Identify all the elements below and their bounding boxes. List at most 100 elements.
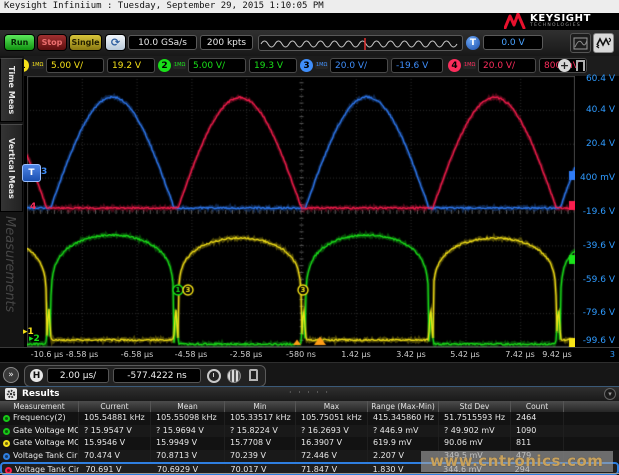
pin-icon[interactable] xyxy=(249,369,258,381)
channel-1-impedance: 1MΩ xyxy=(31,62,44,69)
acquisition-memory-bar[interactable] xyxy=(258,35,463,51)
horizontal-badge[interactable]: H xyxy=(30,369,43,382)
channel-3-impedance: 1MΩ xyxy=(315,62,328,69)
time-label: -580 ns xyxy=(286,350,316,359)
memory-waveform-icon xyxy=(259,37,462,51)
acquisition-toolbar: Run Stop Single ⟳ 10.0 GSa/s 200 kpts T … xyxy=(0,30,619,57)
voltage-label: 60.4 V xyxy=(575,74,615,84)
channel-1-offset-field[interactable]: 19.2 V xyxy=(107,58,155,73)
sample-rate-field[interactable]: 10.0 GSa/s xyxy=(128,35,197,50)
probe-icon[interactable] xyxy=(576,60,585,71)
channel-3-ground-marker[interactable]: 3 xyxy=(41,168,47,177)
channel-1-controls: 1 1MΩ 5.00 V/ 19.2 V xyxy=(14,56,148,76)
channel-4-impedance: 1MΩ xyxy=(463,62,476,69)
timebase-field[interactable]: 2.00 µs/ xyxy=(47,368,109,383)
horizontal-position-field[interactable]: -577.4222 ns xyxy=(113,368,201,383)
zoom-mode-icon[interactable] xyxy=(227,369,241,383)
time-label: 7.42 µs xyxy=(505,350,535,359)
row-color-dot xyxy=(3,440,10,447)
row-color-dot xyxy=(3,415,10,422)
time-label: -4.58 µs xyxy=(175,350,208,359)
voltage-label: -99.6 V xyxy=(575,336,615,346)
trigger-badge[interactable]: T xyxy=(466,36,480,50)
time-label: -8.58 µs xyxy=(66,350,99,359)
left-sidebar: Time Meas Vertical Meas Measurements xyxy=(0,56,24,362)
table-row[interactable]: Frequency(2) 105.54881 kHz105.55098 kHz … xyxy=(0,412,619,425)
channel-3-offset-field[interactable]: -19.6 V xyxy=(391,58,443,73)
channel-2-impedance: 1MΩ xyxy=(173,62,186,69)
col-current[interactable]: Current xyxy=(79,401,151,412)
logo-bar: KEYSIGHT TECHNOLOGIES xyxy=(0,13,619,30)
table-row[interactable]: Gate Voltage MC 15.9546 V15.9949 V 15.77… xyxy=(0,437,619,450)
col-min[interactable]: Min xyxy=(225,401,296,412)
run-button[interactable]: Run xyxy=(4,34,35,51)
trigger-level-marker[interactable]: T xyxy=(22,164,41,182)
channel-2-controls: 2 1MΩ 5.00 V/ 19.3 V xyxy=(156,56,290,76)
window-title: Keysight Infiniium : Tuesday, September … xyxy=(0,0,619,13)
col-measurement[interactable]: Measurement xyxy=(0,401,79,412)
add-channel-button[interactable]: + xyxy=(558,59,571,72)
time-label: -2.58 µs xyxy=(230,350,263,359)
collapse-icon[interactable]: ▾ xyxy=(604,388,616,400)
results-header: Measurement Current Mean Min Max Range (… xyxy=(0,401,619,412)
time-label: 5.42 µs xyxy=(450,350,480,359)
panel-bottom-divider xyxy=(0,473,619,474)
waveform-canvas[interactable] xyxy=(27,76,575,347)
site-watermark: www.cntronics.com xyxy=(430,452,603,470)
channel-2-offset-field[interactable]: 19.3 V xyxy=(249,58,297,73)
channel-2-scale-field[interactable]: 5.00 V/ xyxy=(188,58,246,73)
row-color-dot xyxy=(3,453,10,460)
channel-4-ground-marker[interactable]: 4 xyxy=(30,203,36,212)
col-blank xyxy=(564,401,619,412)
channel-3-controls: 3 1MΩ 20.0 V/ -19.6 V xyxy=(298,56,436,76)
waveform-display[interactable]: T 3 4 ▸1 ▸2 xyxy=(27,76,575,347)
col-stddev[interactable]: Std Dev xyxy=(439,401,511,412)
touch-icon[interactable]: ⟳ xyxy=(105,34,126,51)
table-row[interactable]: Gate Voltage MC ? 15.9547 V? 15.9694 V ?… xyxy=(0,425,619,438)
channel-3-badge[interactable]: 3 xyxy=(300,59,313,72)
channel-2-ground-marker[interactable]: ▸2 xyxy=(29,335,40,344)
voltage-label: -59.6 V xyxy=(575,275,615,285)
channel-2-badge[interactable]: 2 xyxy=(158,59,171,72)
oscilloscope-app: Keysight Infiniium : Tuesday, September … xyxy=(0,0,619,475)
single-button[interactable]: Single xyxy=(69,34,102,51)
time-label: -10.6 µs xyxy=(31,350,64,359)
voltage-label: -79.6 V xyxy=(575,308,615,318)
col-count[interactable]: Count xyxy=(511,401,564,412)
col-mean[interactable]: Mean xyxy=(151,401,225,412)
row-color-dot xyxy=(3,428,10,435)
voltage-axis: 60.4 V 40.4 V 20.4 V 400 mV -19.6 V -39.… xyxy=(575,76,619,347)
channel-bar: 1 1MΩ 5.00 V/ 19.2 V 2 1MΩ 5.00 V/ 19.3 … xyxy=(14,56,619,76)
results-title-bar[interactable]: Results · · · · · ▾ xyxy=(0,387,619,401)
voltage-label: 400 mV xyxy=(575,173,615,183)
keysight-spark-icon xyxy=(504,13,526,29)
time-label: 1.42 µs xyxy=(341,350,371,359)
expand-chevron-icon[interactable]: » xyxy=(3,367,19,383)
tab-time-meas[interactable]: Time Meas xyxy=(0,58,23,122)
logo-sub: TECHNOLOGIES xyxy=(530,24,591,29)
autoscale-icon[interactable] xyxy=(593,33,614,53)
horizontal-controls: H 2.00 µs/ -577.4222 ns xyxy=(24,365,266,387)
channel-3-scale-field[interactable]: 20.0 V/ xyxy=(330,58,388,73)
voltage-label: -19.6 V xyxy=(575,207,615,217)
channel-4-scale-field[interactable]: 20.0 V/ xyxy=(478,58,536,73)
stop-button[interactable]: Stop xyxy=(37,34,67,51)
time-label: 3.42 µs xyxy=(396,350,426,359)
col-max[interactable]: Max xyxy=(296,401,368,412)
time-label: 9.42 µs xyxy=(542,350,572,359)
voltage-label: -39.6 V xyxy=(575,241,615,251)
drag-handle[interactable]: · · · · · xyxy=(0,388,619,397)
channel-4-badge[interactable]: 4 xyxy=(448,59,461,72)
clock-icon[interactable] xyxy=(207,369,221,383)
memory-depth-field[interactable]: 200 kpts xyxy=(200,35,253,50)
horizontal-bar: » H 2.00 µs/ -577.4222 ns xyxy=(0,362,619,387)
display-settings-icon[interactable] xyxy=(570,33,591,53)
voltage-label: 40.4 V xyxy=(575,105,615,115)
channel-1-scale-field[interactable]: 5.00 V/ xyxy=(46,58,104,73)
trigger-level-field[interactable]: 0.0 V xyxy=(483,35,543,50)
voltage-label: 20.4 V xyxy=(575,139,615,149)
measurements-watermark: Measurements xyxy=(2,216,17,312)
time-axis: -10.6 µs -8.58 µs -6.58 µs -4.58 µs -2.5… xyxy=(0,347,619,363)
col-range[interactable]: Range (Max-Min) xyxy=(368,401,439,412)
tab-vertical-meas[interactable]: Vertical Meas xyxy=(0,124,23,212)
